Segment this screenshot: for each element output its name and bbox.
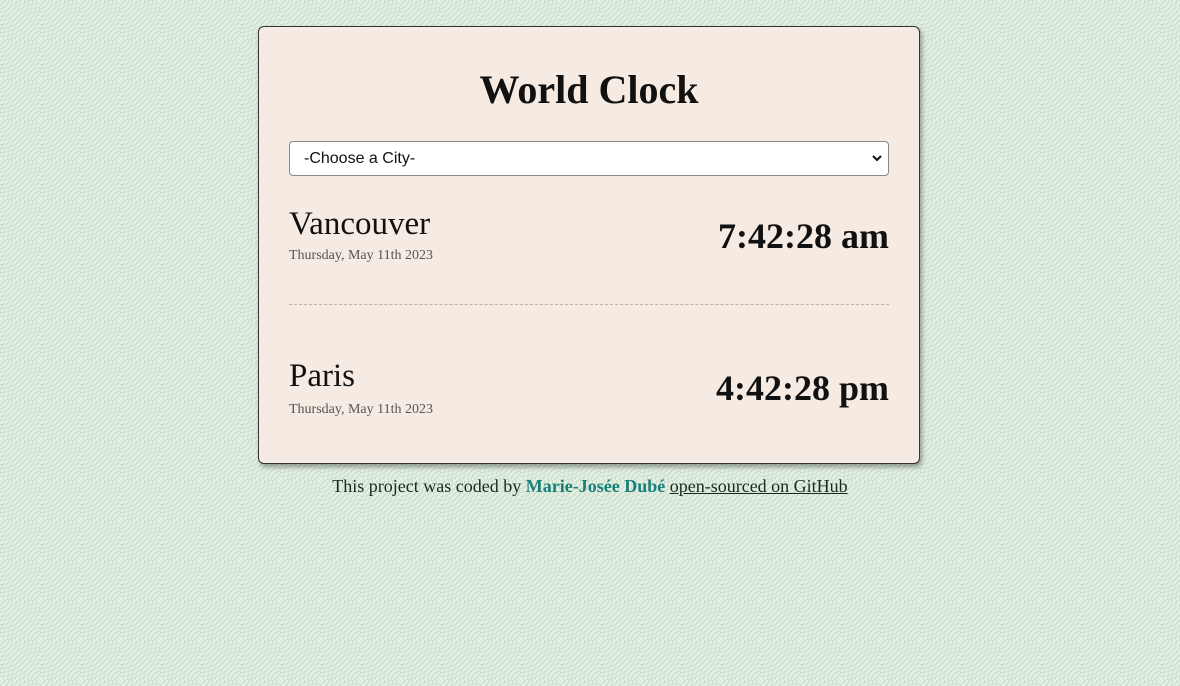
city-row-paris: Paris Thursday, May 11th 2023 4:42:28 pm <box>289 305 889 433</box>
city-name: Paris <box>289 358 355 394</box>
city-date: Thursday, May 11th 2023 <box>289 248 433 263</box>
city-name: Vancouver <box>289 206 431 242</box>
world-clock-card: World Clock -Choose a City- Vancouver Th… <box>258 26 920 464</box>
chevron-down-icon <box>872 155 882 162</box>
city-time: 7:42:28 am <box>718 216 889 256</box>
footer: This project was coded by Marie-Josée Du… <box>0 476 1180 497</box>
city-row-vancouver: Vancouver Thursday, May 11th 2023 7:42:2… <box>289 204 889 305</box>
city-date: Thursday, May 11th 2023 <box>289 402 433 417</box>
city-select-value: -Choose a City- <box>304 150 416 167</box>
city-time: 4:42:28 pm <box>716 368 889 408</box>
footer-prefix: This project was coded by <box>332 476 526 496</box>
author-link[interactable]: Marie-Josée Dubé <box>526 476 665 496</box>
page-title: World Clock <box>479 67 699 112</box>
github-link[interactable]: open-sourced on GitHub <box>670 476 848 496</box>
city-select[interactable]: -Choose a City- <box>289 141 889 176</box>
